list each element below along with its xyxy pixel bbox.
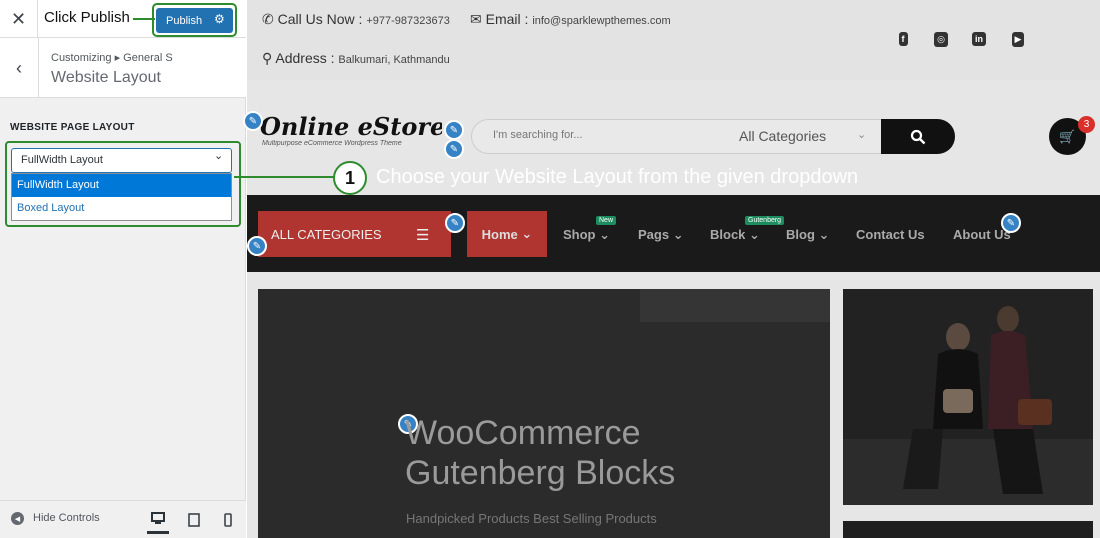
chevron-down-icon[interactable]: ⌄	[214, 149, 223, 162]
nav-blog[interactable]: Blog ⌄	[786, 227, 829, 243]
phone-info: ✆ Call Us Now : +977-987323673	[262, 11, 450, 28]
hide-controls-icon[interactable]: ◀	[11, 512, 24, 525]
fashion-photo-2	[843, 521, 1093, 538]
nav-home[interactable]: Home ⌄	[467, 211, 547, 257]
call-value: +977-987323673	[366, 15, 450, 27]
desktop-preview-icon[interactable]	[147, 506, 169, 534]
layout-dropdown-list: FullWidth Layout Boxed Layout	[11, 173, 232, 221]
search-category-select[interactable]: All Categories	[739, 128, 826, 144]
edit-pencil-icon[interactable]: ✎	[445, 213, 465, 233]
gear-icon[interactable]: ⚙	[214, 12, 228, 28]
mobile-preview-icon[interactable]	[217, 506, 239, 534]
nav-block-label: Block	[710, 227, 746, 242]
nav-pags-label: Pags	[638, 227, 670, 242]
edit-pencil-icon[interactable]: ✎	[247, 236, 267, 256]
site-tagline: Multipurpose eCommerce Wordpress Theme	[262, 140, 402, 147]
linkedin-icon[interactable]: in	[967, 29, 991, 49]
nav-contact[interactable]: Contact Us	[856, 227, 925, 242]
fashion-photo	[843, 289, 1093, 505]
search-icon	[910, 129, 926, 144]
email-label: Email :	[485, 11, 529, 27]
cart-count-badge: 3	[1078, 116, 1095, 133]
nav-shop[interactable]: Shop ⌄	[563, 227, 610, 243]
edit-pencil-icon[interactable]: ✎	[444, 120, 464, 140]
nav-pags[interactable]: Pags ⌄	[638, 227, 684, 243]
annotation-text: Choose your Website Layout from the give…	[376, 166, 859, 188]
email-info: ✉ Email : info@sparklewpthemes.com	[470, 11, 671, 28]
instagram-icon[interactable]: ◎	[929, 29, 953, 49]
section-title: Website Layout	[51, 69, 161, 86]
tablet-preview-icon[interactable]	[183, 506, 205, 534]
site-logo[interactable]: Online eStore P	[260, 112, 442, 141]
close-icon[interactable]: ✕	[0, 0, 38, 38]
search-input[interactable]: I'm searching for...	[493, 129, 583, 141]
phone-icon: ✆	[262, 11, 274, 27]
back-chevron-icon[interactable]: ‹	[0, 38, 39, 98]
breadcrumb: Customizing ▸ General Settings	[51, 52, 173, 64]
gutenberg-badge: Gutenberg	[745, 216, 785, 225]
new-badge: New	[596, 216, 617, 225]
youtube-icon[interactable]: ▶	[1006, 29, 1030, 49]
search-button[interactable]	[881, 119, 955, 154]
hide-controls-button[interactable]: Hide Controls	[33, 512, 100, 524]
option-boxed-layout[interactable]: Boxed Layout	[12, 197, 231, 220]
edit-pencil-icon[interactable]: ✎	[243, 111, 263, 131]
edit-pencil-icon[interactable]: ✎	[444, 139, 464, 159]
hamburger-icon: ☰	[416, 227, 430, 244]
step-1-badge: 1	[333, 161, 367, 195]
nav-blog-label: Blog	[786, 227, 815, 242]
nav-home-label: Home	[481, 226, 518, 242]
hero-title: WooCommerce Gutenberg Blocks	[405, 414, 676, 492]
facebook-icon[interactable]: f	[891, 29, 915, 49]
call-label: Call Us Now :	[277, 11, 363, 27]
hero-decoration	[640, 289, 830, 322]
address-value: Balkumari, Kathmandu	[338, 54, 450, 66]
address-info: ⚲ Address : Balkumari, Kathmandu	[262, 50, 450, 67]
edit-pencil-icon[interactable]: ✎	[1001, 213, 1021, 233]
chevron-down-icon[interactable]: ⌄	[857, 128, 866, 141]
email-value: info@sparklewpthemes.com	[532, 15, 671, 27]
option-fullwidth-layout[interactable]: FullWidth Layout	[12, 174, 231, 197]
nav-shop-label: Shop	[563, 227, 596, 242]
envelope-icon: ✉	[470, 11, 482, 27]
click-publish-annotation: Click Publish	[44, 9, 130, 26]
website-page-layout-label: WEBSITE PAGE LAYOUT	[10, 122, 135, 133]
layout-select[interactable]: FullWidth Layout	[11, 148, 232, 173]
nav-about[interactable]: About Us	[953, 227, 1011, 242]
annotation-connector-1	[234, 176, 334, 178]
location-pin-icon: ⚲	[262, 50, 273, 66]
nav-block[interactable]: Block ⌄	[710, 227, 760, 243]
address-label: Address :	[275, 50, 335, 66]
hero-subtitle: Handpicked Products Best Selling Product…	[406, 511, 657, 526]
